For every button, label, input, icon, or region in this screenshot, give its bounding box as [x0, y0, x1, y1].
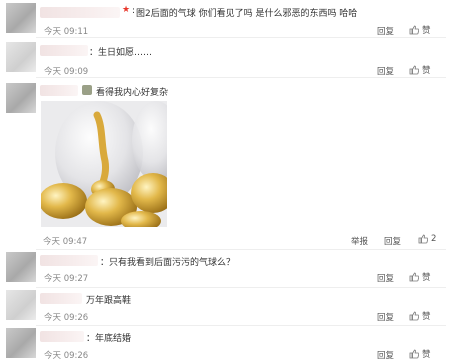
- like-label: 赞: [422, 312, 431, 322]
- comment-text: ：只有我看到后面污污的气球么？: [100, 258, 236, 268]
- username[interactable]: [40, 331, 84, 342]
- like-button[interactable]: 赞: [409, 310, 431, 322]
- thumbs-up-icon: [409, 349, 419, 359]
- report-button[interactable]: 举报: [351, 235, 368, 247]
- avatar[interactable]: [6, 3, 36, 33]
- comment-text: 万年跟高鞋: [86, 296, 132, 306]
- like-button[interactable]: 赞: [409, 271, 431, 283]
- comment-time: 今天 09:26: [44, 351, 89, 361]
- avatar[interactable]: [6, 42, 36, 72]
- divider: [36, 325, 446, 326]
- avatar[interactable]: [6, 83, 36, 113]
- divider: [36, 287, 446, 288]
- like-button[interactable]: 赞: [409, 348, 431, 360]
- reply-button[interactable]: 回复: [377, 349, 394, 361]
- reply-button[interactable]: 回复: [377, 311, 394, 323]
- comment-time: 今天 09:09: [44, 67, 89, 77]
- like-label: 赞: [422, 273, 431, 283]
- reply-button[interactable]: 回复: [377, 65, 394, 77]
- comment-time: 今天 09:11: [44, 27, 89, 37]
- reply-button[interactable]: 回复: [377, 25, 394, 37]
- comment-photo[interactable]: [41, 101, 167, 227]
- like-button[interactable]: 赞: [409, 64, 431, 76]
- divider: [36, 249, 446, 250]
- star-badge-icon: ★: [122, 5, 131, 15]
- like-button[interactable]: 2: [418, 234, 436, 244]
- emoji-face-icon: [82, 85, 94, 97]
- divider: [36, 77, 446, 78]
- username[interactable]: [40, 255, 98, 266]
- thumbs-up-icon: [409, 311, 419, 321]
- username[interactable]: [40, 45, 88, 56]
- comment-text: ：生日如愿……: [89, 48, 153, 58]
- like-count: 2: [431, 234, 437, 244]
- thumbs-up-icon: [409, 65, 419, 75]
- comment-text: 看得我内心好复杂: [96, 88, 169, 98]
- comment-time: 今天 09:47: [43, 237, 88, 247]
- thumbs-up-icon: [409, 25, 419, 35]
- avatar[interactable]: [6, 252, 36, 282]
- thumbs-up-icon: [409, 272, 419, 282]
- username[interactable]: [40, 293, 82, 304]
- reply-button[interactable]: 回复: [384, 235, 401, 247]
- comment-text: :: [132, 6, 136, 16]
- username[interactable]: [40, 85, 78, 96]
- balloon-photo-icon: [41, 101, 167, 227]
- comment-time: 今天 09:27: [44, 274, 89, 284]
- avatar[interactable]: [6, 290, 36, 320]
- like-label: 赞: [422, 26, 431, 36]
- like-label: 赞: [422, 66, 431, 76]
- divider: [36, 37, 446, 38]
- like-button[interactable]: 赞: [409, 24, 431, 36]
- reply-button[interactable]: 回复: [377, 272, 394, 284]
- thumbs-up-icon: [418, 234, 428, 244]
- comment-text: ：年底结婚: [86, 334, 132, 344]
- like-label: 赞: [422, 350, 431, 360]
- comment-text: 图2后面的气球 你们看见了吗 是什么邪恶的东西吗 哈哈: [136, 9, 358, 19]
- avatar[interactable]: [6, 328, 36, 358]
- username[interactable]: [40, 7, 120, 18]
- comment-time: 今天 09:26: [44, 313, 89, 323]
